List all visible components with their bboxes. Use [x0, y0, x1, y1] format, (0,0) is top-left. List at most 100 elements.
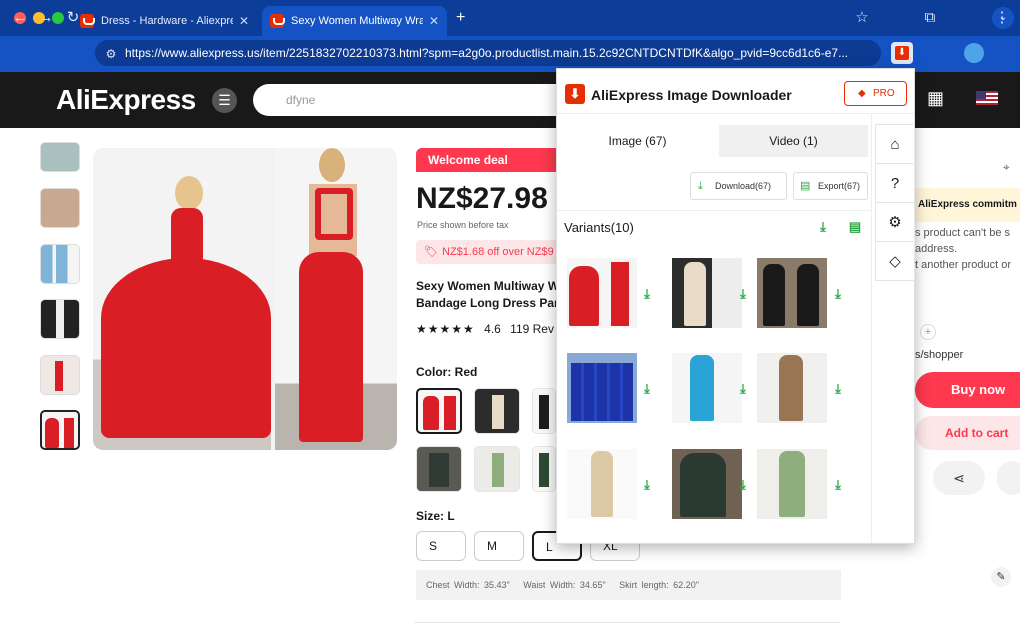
download-label: Download(67): [715, 181, 772, 191]
search-input[interactable]: dfyne: [253, 84, 573, 116]
edit-pencil-icon[interactable]: ✎: [991, 567, 1011, 587]
download-all-button[interactable]: ⤓ Download(67): [690, 172, 787, 200]
product-rating[interactable]: ★★★★★ 4.6 119 Rev: [416, 322, 554, 336]
category-menu-button[interactable]: ☰: [212, 88, 237, 113]
product-thumbnail[interactable]: [40, 142, 80, 172]
shipping-warning-line: address.: [915, 243, 958, 255]
variant-image-red[interactable]: [567, 258, 637, 328]
variant-image-champagne-long[interactable]: [567, 449, 637, 519]
extensions-puzzle-icon[interactable]: ⧉: [920, 8, 940, 28]
back-arrow-icon[interactable]: ←: [10, 8, 30, 28]
color-swatch-dark-green[interactable]: [416, 446, 462, 492]
popup-title: AliExpress Image Downloader: [591, 87, 792, 103]
add-to-cart-button[interactable]: Add to cart: [915, 416, 1020, 450]
quantity-plus-button[interactable]: +: [920, 324, 936, 340]
search-value: dfyne: [286, 93, 316, 107]
help-icon[interactable]: ?: [875, 163, 915, 203]
address-bar[interactable]: https://www.aliexpress.us/item/225183270…: [95, 40, 881, 66]
download-variant-icon[interactable]: ⤓: [736, 287, 750, 301]
download-variant-icon[interactable]: ⤓: [736, 478, 750, 492]
product-price: NZ$27.98: [416, 182, 548, 215]
bookmark-star-icon[interactable]: ☆: [852, 8, 872, 28]
close-tab-icon[interactable]: ✕: [233, 14, 249, 28]
new-tab-button[interactable]: +: [456, 9, 465, 27]
main-product-image[interactable]: [93, 148, 397, 450]
product-thumbnail[interactable]: [40, 299, 80, 339]
download-variant-icon[interactable]: ⤓: [640, 287, 654, 301]
reload-icon[interactable]: ↻: [63, 8, 83, 28]
site-settings-icon[interactable]: ⚙: [101, 44, 121, 64]
export-label: Export(67): [818, 181, 861, 191]
color-swatch-green[interactable]: [532, 446, 556, 492]
waist-width: Waist Width: 34.65": [523, 580, 606, 590]
wishlist-icon[interactable]: [997, 461, 1020, 495]
export-all-button[interactable]: ▤ Export(67): [793, 172, 868, 200]
extension-active-button[interactable]: ⬇: [891, 42, 913, 64]
pro-button[interactable]: PRO: [844, 81, 907, 106]
divider: [414, 622, 840, 623]
divider: [557, 113, 914, 114]
variant-image-black[interactable]: [757, 258, 827, 328]
variant-image-champagne[interactable]: [672, 258, 742, 328]
download-variant-icon[interactable]: ⤓: [831, 382, 845, 396]
variant-image-sky-blue[interactable]: [672, 353, 742, 423]
product-thumbnail[interactable]: [40, 244, 80, 284]
welcome-deal-badge: Welcome deal: [416, 148, 566, 172]
product-thumbnail-selected[interactable]: [40, 410, 80, 450]
tab-video[interactable]: Video (1): [719, 125, 868, 157]
download-variant-icon[interactable]: ⤓: [640, 478, 654, 492]
chest-width: Chest Width: 35.43": [426, 580, 510, 590]
variant-image-royal-blue[interactable]: [567, 353, 637, 423]
tab-image[interactable]: Image (67): [563, 125, 712, 157]
tab-sexy-women-dress[interactable]: Sexy Women Multiway Wrap ✕: [262, 6, 447, 36]
aliexpress-favicon-icon: [270, 14, 285, 28]
variant-image-sage[interactable]: [757, 449, 827, 519]
home-icon[interactable]: ⌂: [875, 124, 915, 164]
size-m-button[interactable]: M: [474, 531, 524, 561]
color-swatch-black[interactable]: [532, 388, 556, 434]
coupon-text: NZ$1.68 off over NZ$9: [442, 246, 554, 258]
download-variant-icon[interactable]: ⤓: [831, 287, 845, 301]
location-pin-icon[interactable]: ⌖: [1003, 160, 1010, 175]
us-flag-icon[interactable]: [976, 91, 998, 105]
download-variant-icon[interactable]: ⤓: [831, 478, 845, 492]
export-variants-icon[interactable]: ▤: [848, 220, 862, 234]
download-variants-icon[interactable]: ⤓: [816, 220, 830, 234]
tab-title: Dress - Hardware - Aliexpress: [101, 15, 233, 27]
diamond-pro-icon[interactable]: ◇: [875, 241, 915, 281]
settings-gear-icon[interactable]: ⚙: [875, 202, 915, 242]
close-tab-icon[interactable]: ✕: [423, 14, 439, 28]
qr-code-icon[interactable]: ▦: [927, 88, 944, 109]
shopper-text: s/shopper: [915, 349, 964, 361]
rating-stars-icon: ★★★★★: [416, 322, 475, 336]
color-swatch-red[interactable]: [416, 388, 462, 434]
size-measurements: Chest Width: 35.43" Waist Width: 34.65" …: [416, 570, 841, 600]
download-variant-icon[interactable]: ⤓: [736, 382, 750, 396]
coupon-tag-icon: 🏷: [424, 246, 438, 258]
color-swatch-champagne[interactable]: [474, 388, 520, 434]
forward-arrow-icon[interactable]: →: [36, 8, 56, 28]
tab-title: Sexy Women Multiway Wrap: [291, 15, 423, 27]
share-icon[interactable]: ⋖: [933, 461, 985, 495]
profile-avatar[interactable]: [964, 43, 984, 63]
variant-image-brown[interactable]: [757, 353, 827, 423]
coupon-offer[interactable]: 🏷 NZ$1.68 off over NZ$9: [416, 240, 566, 264]
product-thumbnail[interactable]: [40, 355, 80, 395]
buy-now-button[interactable]: Buy now: [915, 372, 1020, 408]
variants-heading: Variants(10): [564, 220, 634, 235]
aliexpress-logo[interactable]: AliExpress: [56, 84, 196, 116]
shipping-warning-line: t another product or: [915, 259, 1012, 271]
product-thumbnail[interactable]: [40, 188, 80, 228]
size-s-button[interactable]: S: [416, 531, 466, 561]
browser-menu-icon[interactable]: ⋮: [992, 8, 1012, 28]
color-swatch-sage[interactable]: [474, 446, 520, 492]
download-variant-icon[interactable]: ⤓: [640, 382, 654, 396]
commitment-banner[interactable]: AliExpress commitm: [915, 188, 1020, 222]
color-label: Color: Red: [416, 365, 478, 379]
rating-value: 4.6: [484, 322, 501, 336]
size-label: Size: L: [416, 509, 455, 523]
downloader-extension-icon: ⬇: [895, 46, 909, 60]
divider: [557, 210, 871, 211]
tab-dress-hardware[interactable]: Dress - Hardware - Aliexpress ✕: [72, 6, 257, 36]
variant-image-dark-green[interactable]: [672, 449, 742, 519]
